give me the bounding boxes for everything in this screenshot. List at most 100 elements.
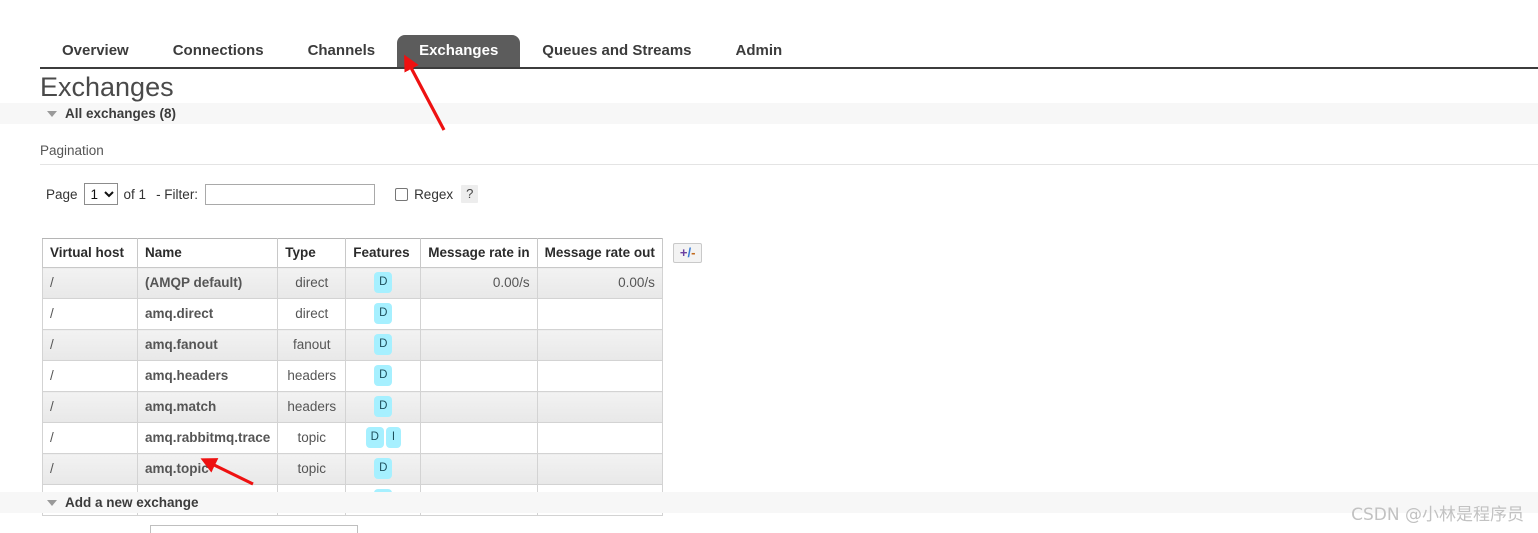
add-exchange-section-header[interactable]: Add a new exchange	[0, 492, 1538, 513]
caret-down-icon	[47, 110, 57, 117]
regex-toggle[interactable]: Regex	[395, 187, 453, 202]
page-select[interactable]: 1	[83, 183, 118, 205]
nav-tab-overview[interactable]: Overview	[40, 35, 151, 68]
pagination-controls: Page 1 of 1 - Filter: Regex ?	[46, 182, 479, 206]
nav-tab-list: Overview Connections Channels Exchanges Queu…	[40, 35, 804, 68]
cell-virtual-host: /	[42, 329, 138, 361]
pagination-heading: Pagination	[40, 143, 1538, 165]
cell-message-rate-in	[420, 453, 538, 485]
toggle-columns-header: +/-	[662, 239, 710, 268]
cell-message-rate-out	[536, 329, 663, 361]
cell-virtual-host: /	[42, 453, 138, 485]
cell-features: DI	[345, 422, 422, 454]
nav-tab-exchanges[interactable]: Exchanges	[397, 35, 521, 68]
regex-label: Regex	[414, 186, 454, 202]
table-row[interactable]: / amq.rabbitmq.trace topic D I	[42, 422, 710, 454]
column-header-message-rate-in[interactable]: Message rate in	[420, 238, 538, 268]
exchanges-table: Virtual host Name Type Features Message rate…	[42, 238, 710, 516]
cell-message-rate-in	[420, 360, 538, 392]
feature-badge-i: I	[385, 427, 401, 448]
table-body: / (AMQP default) direct D 0.00/s 0.00/s / amq.d…	[42, 267, 710, 516]
table-row[interactable]: / amq.headers headers D	[42, 360, 710, 392]
nav-tab-channels[interactable]: Channels	[286, 35, 398, 68]
table-row[interactable]: / amq.topic topic D	[42, 453, 710, 485]
cell-type: fanout	[277, 329, 347, 361]
page-label: Page	[46, 186, 78, 202]
cell-virtual-host: /	[42, 360, 138, 392]
cell-exchange-name[interactable]: (AMQP default)	[136, 267, 279, 299]
cell-features: D	[345, 329, 422, 361]
regex-help-button[interactable]: ?	[461, 185, 479, 203]
cell-features: D	[345, 391, 422, 423]
cell-features: D	[345, 267, 422, 299]
cell-exchange-name[interactable]: amq.rabbitmq.trace	[136, 422, 279, 454]
new-exchange-name-input[interactable]	[150, 525, 358, 533]
cell-type: headers	[277, 360, 347, 392]
table-head: Virtual host Name Type Features Message rate…	[42, 238, 710, 268]
cell-message-rate-out	[536, 298, 663, 330]
cell-message-rate-out	[536, 391, 663, 423]
nav-underline	[40, 67, 1538, 69]
filter-input[interactable]	[205, 183, 376, 205]
all-exchanges-label: All exchanges (8)	[65, 106, 177, 121]
cell-features: D	[345, 453, 422, 485]
filter-label: - Filter:	[156, 186, 199, 202]
cell-exchange-name[interactable]: amq.headers	[136, 360, 279, 392]
add-exchange-label: Add a new exchange	[65, 495, 199, 510]
cell-type: direct	[277, 267, 347, 299]
table-row[interactable]: / amq.match headers D	[42, 391, 710, 423]
feature-badge-d: D	[365, 427, 384, 448]
cell-message-rate-in	[420, 329, 538, 361]
feature-badge-d: D	[374, 396, 393, 417]
cell-features: D	[345, 360, 422, 392]
feature-badge-d: D	[374, 334, 393, 355]
table-row[interactable]: / amq.fanout fanout D	[42, 329, 710, 361]
cell-type: topic	[277, 422, 347, 454]
column-header-type[interactable]: Type	[277, 238, 347, 268]
cell-exchange-name[interactable]: amq.fanout	[136, 329, 279, 361]
cell-message-rate-out	[536, 422, 663, 454]
cell-virtual-host: /	[42, 391, 138, 423]
caret-down-icon	[47, 499, 57, 506]
cell-exchange-name[interactable]: amq.match	[136, 391, 279, 423]
page-total-label: of 1	[123, 186, 147, 202]
cell-exchange-name[interactable]: amq.topic	[136, 453, 279, 485]
cell-exchange-name[interactable]: amq.direct	[136, 298, 279, 330]
cell-message-rate-in: 0.00/s	[420, 267, 538, 299]
cell-features: D	[345, 298, 422, 330]
feature-badge-d: D	[374, 303, 393, 324]
feature-badge-d: D	[374, 365, 393, 386]
nav-tab-connections[interactable]: Connections	[151, 35, 286, 68]
cell-message-rate-out	[536, 453, 663, 485]
cell-message-rate-in	[420, 391, 538, 423]
feature-badge-d: D	[374, 458, 393, 479]
cell-message-rate-in	[420, 298, 538, 330]
page-title: Exchanges	[40, 72, 174, 102]
rabbitmq-management-page: Overview Connections Channels Exchanges Queu…	[0, 0, 1538, 533]
cell-type: direct	[277, 298, 347, 330]
cell-virtual-host: /	[42, 422, 138, 454]
column-header-features[interactable]: Features	[345, 238, 422, 268]
cell-message-rate-out: 0.00/s	[536, 267, 663, 299]
watermark: CSDN @小林是程序员	[1351, 505, 1524, 525]
cell-type: headers	[277, 391, 347, 423]
toggle-columns-button[interactable]: +/-	[672, 242, 703, 263]
cell-type: topic	[277, 453, 347, 485]
column-header-virtual-host[interactable]: Virtual host	[42, 238, 138, 268]
cell-message-rate-in	[420, 422, 538, 454]
table-row[interactable]: / (AMQP default) direct D 0.00/s 0.00/s	[42, 267, 710, 299]
cell-virtual-host: /	[42, 267, 138, 299]
all-exchanges-section-header[interactable]: All exchanges (8)	[0, 103, 1538, 124]
nav-tab-queues-and-streams[interactable]: Queues and Streams	[520, 35, 713, 68]
feature-badge-d: D	[374, 272, 393, 293]
column-header-message-rate-out[interactable]: Message rate out	[536, 238, 663, 268]
main-navigation: Overview Connections Channels Exchanges Queu…	[0, 0, 1538, 69]
table-row[interactable]: / amq.direct direct D	[42, 298, 710, 330]
regex-checkbox[interactable]	[395, 187, 409, 201]
exchanges-table-container: Virtual host Name Type Features Message rate…	[42, 238, 710, 516]
nav-tab-admin[interactable]: Admin	[714, 35, 805, 68]
cell-message-rate-out	[536, 360, 663, 392]
column-header-name[interactable]: Name	[136, 238, 279, 268]
cell-virtual-host: /	[42, 298, 138, 330]
table-header-row: Virtual host Name Type Features Message rate…	[42, 238, 710, 268]
